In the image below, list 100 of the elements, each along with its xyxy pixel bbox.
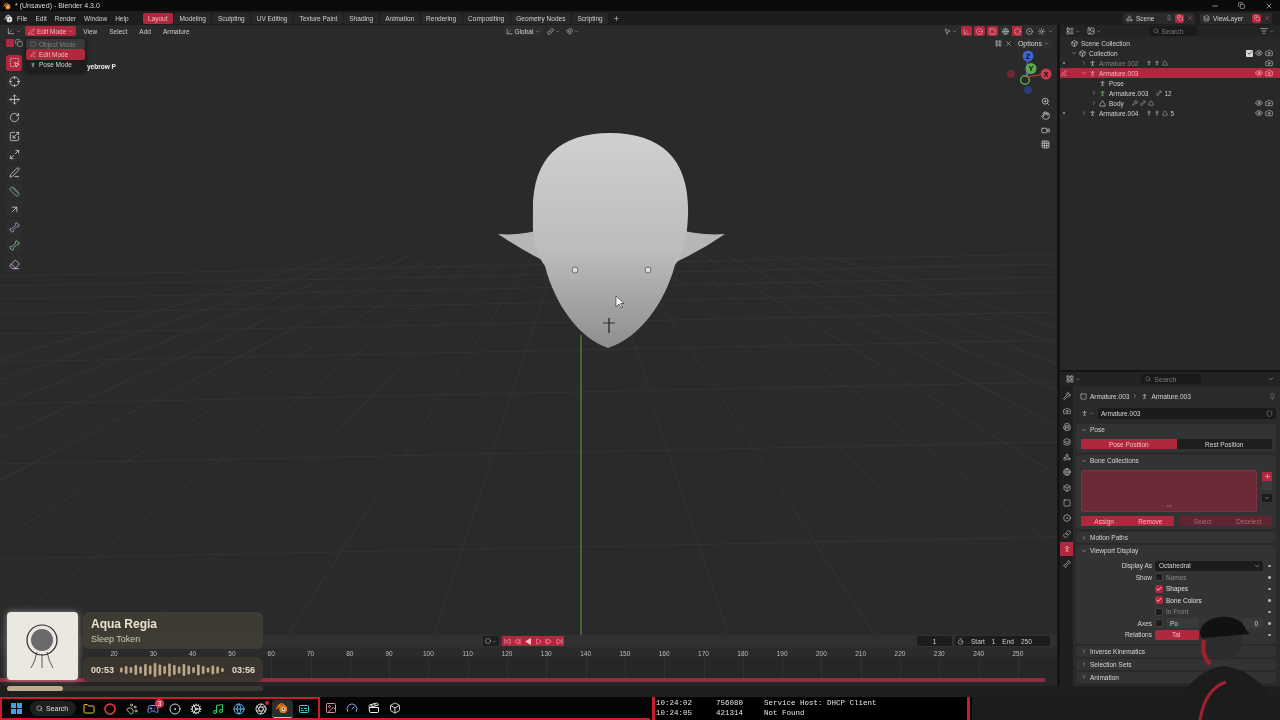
add-button[interactable] <box>1262 472 1272 481</box>
caret-icon <box>1096 28 1101 34</box>
step-forward-icon <box>545 637 553 645</box>
taskbar-app-button[interactable] <box>271 699 293 718</box>
toggle-button[interactable] <box>974 26 985 36</box>
printer-icon <box>1062 422 1071 431</box>
checkbox[interactable] <box>1155 584 1163 593</box>
navigation-button[interactable] <box>1039 109 1052 123</box>
shading-button[interactable] <box>1024 26 1034 36</box>
decorator-dot-icon[interactable] <box>1268 587 1271 590</box>
decorator-dot-icon[interactable] <box>1268 576 1271 579</box>
chevron-icon[interactable] <box>1080 110 1087 116</box>
ruler-icon <box>8 185 20 197</box>
square-icon <box>1062 499 1071 508</box>
timer-icon[interactable] <box>957 637 964 645</box>
skip-back-icon <box>504 637 512 645</box>
display-mode-button[interactable] <box>1085 26 1103 36</box>
box-icon <box>1071 39 1078 47</box>
eye-icon[interactable] <box>1255 49 1263 57</box>
camera-icon[interactable] <box>1265 49 1273 57</box>
caret-icon <box>555 28 561 34</box>
chevron-icon[interactable] <box>1090 100 1097 106</box>
new-scene-button[interactable] <box>1175 13 1184 23</box>
cube-icon <box>389 701 402 714</box>
checkbox[interactable] <box>1155 619 1163 628</box>
shading-button[interactable] <box>1036 26 1046 36</box>
decorator-dot-icon[interactable] <box>1268 622 1271 625</box>
folder-icon <box>82 702 95 715</box>
properties-tab[interactable] <box>1060 541 1073 556</box>
figure-icon <box>30 61 36 68</box>
decorator-dot-icon[interactable] <box>1268 564 1271 567</box>
camera-icon <box>1062 407 1071 416</box>
caret-icon <box>1075 28 1080 34</box>
camera-icon[interactable] <box>1265 59 1273 67</box>
close-icon[interactable] <box>1004 39 1012 47</box>
scale-icon <box>8 130 20 142</box>
new-layer-button[interactable] <box>1252 13 1261 23</box>
bone-icon <box>1062 560 1071 569</box>
keying-button[interactable] <box>483 636 500 646</box>
decorator-dot-icon[interactable] <box>1268 599 1271 602</box>
jump-start-button[interactable] <box>502 636 513 646</box>
properties-tab[interactable] <box>1060 389 1073 403</box>
pointer-icon <box>944 27 951 35</box>
chevron-icon[interactable] <box>1080 60 1087 66</box>
layers-icon <box>1203 14 1210 22</box>
navigation-button[interactable] <box>1039 95 1052 108</box>
pen-icon <box>8 167 20 179</box>
pin-icon <box>1166 15 1172 21</box>
grip-icon <box>1166 503 1172 509</box>
figure-icon <box>1099 79 1106 87</box>
menu-button[interactable] <box>1262 494 1272 502</box>
toggle-button[interactable] <box>987 26 998 36</box>
checkbox[interactable] <box>1246 49 1253 57</box>
circle-dot-icon <box>1025 27 1033 35</box>
shading-button[interactable] <box>1000 26 1010 36</box>
camera-icon[interactable] <box>1265 69 1273 77</box>
axis-dot-icon <box>1007 70 1015 78</box>
select-mode-icon[interactable] <box>5 39 14 47</box>
layers-icon <box>1062 437 1071 446</box>
editor-type-button[interactable] <box>5 26 23 36</box>
play-button[interactable] <box>533 636 544 646</box>
search-icon <box>36 705 43 712</box>
captions-icon <box>297 702 310 715</box>
editor-type-button[interactable] <box>1064 374 1082 384</box>
checkbox[interactable] <box>1155 607 1163 616</box>
search-icon <box>1145 376 1152 382</box>
skip-forward-icon <box>555 637 563 645</box>
caret-icon <box>574 28 580 34</box>
figure-icon <box>1089 69 1096 77</box>
filter-button[interactable] <box>1258 26 1276 36</box>
paw-icon <box>125 702 138 715</box>
gauge-icon <box>346 701 359 714</box>
grid-background[interactable] <box>0 25 1057 635</box>
checkbox[interactable] <box>1155 573 1163 582</box>
eye-icon[interactable] <box>1255 99 1263 107</box>
chevron-icon[interactable] <box>1070 50 1077 56</box>
toggle-button[interactable] <box>961 26 972 36</box>
decorator-dot-icon[interactable] <box>1268 633 1271 636</box>
grid-icon[interactable] <box>994 39 1002 47</box>
checkbox[interactable] <box>1155 596 1163 605</box>
eye-icon[interactable] <box>1255 109 1263 117</box>
link-icon <box>1062 529 1071 538</box>
navigation-button[interactable] <box>1039 137 1052 151</box>
decorator-dot-icon[interactable] <box>1268 610 1271 613</box>
grid-icon <box>1041 139 1050 149</box>
bone-icon <box>8 222 20 234</box>
play-reverse-button[interactable] <box>523 636 534 646</box>
rotate-icon <box>8 112 20 124</box>
chevron-icon <box>1081 674 1087 680</box>
camera-icon[interactable] <box>1265 99 1273 107</box>
editor-type-button[interactable] <box>1064 26 1082 36</box>
selectability-button[interactable] <box>942 26 959 36</box>
checkmark-icon <box>1246 50 1253 56</box>
gear-icon <box>190 702 203 715</box>
eye-icon[interactable] <box>1255 69 1263 77</box>
camera-icon[interactable] <box>1265 109 1273 117</box>
select-mode-icon[interactable] <box>14 39 23 47</box>
chevron-icon[interactable] <box>1090 90 1097 96</box>
jump-end-button[interactable] <box>553 636 565 646</box>
circle-dot-icon <box>976 27 983 35</box>
